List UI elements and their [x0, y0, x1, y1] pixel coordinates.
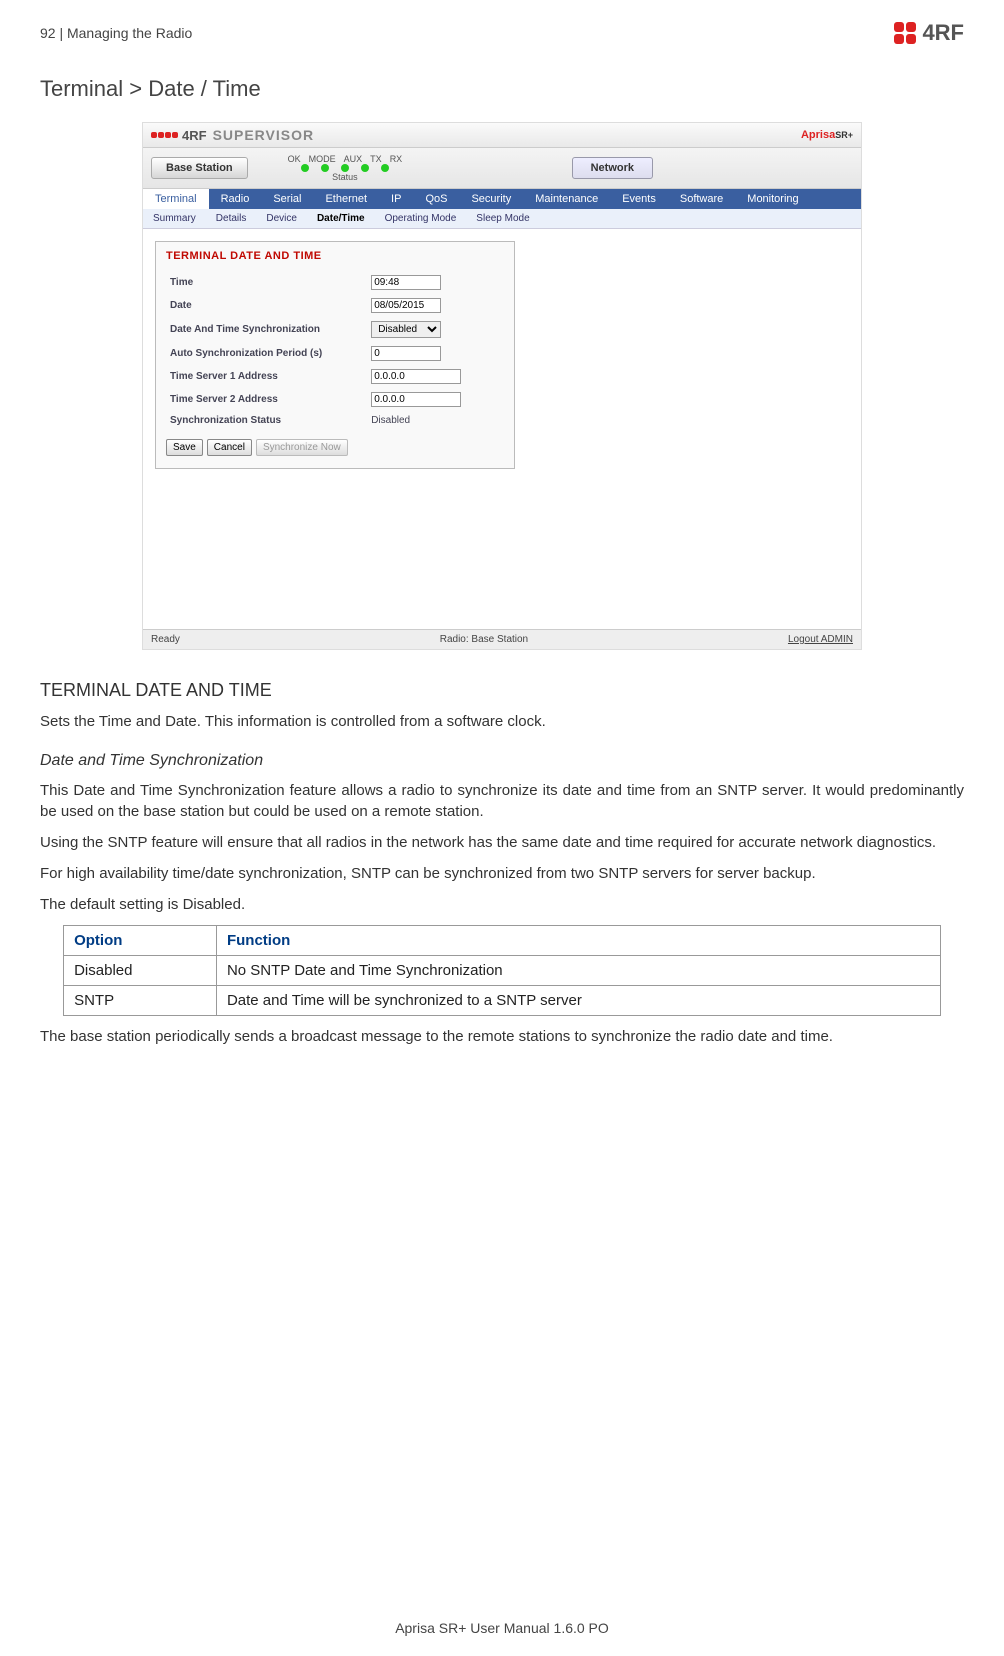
paragraph: For high availability time/date synchron…: [40, 863, 964, 884]
field-row: Synchronization StatusDisabled: [168, 412, 502, 429]
datetime-panel: TERMINAL DATE AND TIME Time Date Date An…: [155, 241, 515, 469]
section-title: Terminal > Date / Time: [40, 76, 964, 102]
field-row: Time: [168, 272, 502, 293]
led-icon: [361, 164, 369, 172]
led-label: MODE: [309, 154, 336, 164]
nav-maintenance[interactable]: Maintenance: [523, 189, 610, 209]
nav-monitoring[interactable]: Monitoring: [735, 189, 810, 209]
server2-input[interactable]: [371, 392, 461, 407]
logo-text: 4RF: [922, 20, 964, 46]
nav-qos[interactable]: QoS: [413, 189, 459, 209]
subsection-italic: Date and Time Synchronization: [40, 752, 964, 770]
app-titlebar: 4RF SUPERVISOR AprisaSR+: [143, 123, 861, 148]
field-label: Time Server 1 Address: [168, 366, 367, 387]
page-info: 92 | Managing the Radio: [40, 25, 192, 41]
nav-events[interactable]: Events: [610, 189, 668, 209]
led-label: OK: [288, 154, 301, 164]
paragraph: This Date and Time Synchronization featu…: [40, 780, 964, 822]
subnav-device[interactable]: Device: [256, 209, 307, 228]
app-screenshot: 4RF SUPERVISOR AprisaSR+ Base Station OK…: [142, 122, 862, 650]
nav-software[interactable]: Software: [668, 189, 735, 209]
sync-select[interactable]: Disabled: [371, 321, 441, 338]
subnav-datetime[interactable]: Date/Time: [307, 209, 375, 228]
field-row: Date And Time SynchronizationDisabled: [168, 318, 502, 341]
led-icon: [381, 164, 389, 172]
table-cell: Date and Time will be synchronized to a …: [216, 986, 940, 1016]
sync-status-value: Disabled: [369, 412, 502, 429]
subsection-heading: TERMINAL DATE AND TIME: [40, 680, 964, 701]
brand-logo: 4RF: [894, 20, 964, 46]
page-header: 92 | Managing the Radio 4RF: [40, 20, 964, 46]
subnav-opmode[interactable]: Operating Mode: [375, 209, 467, 228]
subnav-summary[interactable]: Summary: [143, 209, 206, 228]
aprisa-logo: AprisaSR+: [801, 129, 853, 141]
led-icon: [321, 164, 329, 172]
page-footer: Aprisa SR+ User Manual 1.6.0 PO: [0, 1620, 1004, 1636]
options-table: Option Function Disabled No SNTP Date an…: [63, 925, 941, 1016]
subnav-details[interactable]: Details: [206, 209, 257, 228]
base-station-button[interactable]: Base Station: [151, 157, 248, 179]
nav-serial[interactable]: Serial: [261, 189, 313, 209]
led-icon: [301, 164, 309, 172]
period-input[interactable]: [371, 346, 441, 361]
logo-dots-icon: [894, 22, 916, 44]
app-footer: Ready Radio: Base Station Logout ADMIN: [143, 629, 861, 649]
table-cell: SNTP: [64, 986, 217, 1016]
paragraph: Sets the Time and Date. This information…: [40, 711, 964, 732]
led-icon: [341, 164, 349, 172]
led-label: TX: [370, 154, 382, 164]
field-label: Time Server 2 Address: [168, 389, 367, 410]
footer-radio: Radio: Base Station: [440, 634, 528, 645]
table-cell: No SNTP Date and Time Synchronization: [216, 956, 940, 986]
server1-input[interactable]: [371, 369, 461, 384]
table-header: Function: [216, 926, 940, 956]
field-label: Date: [168, 295, 367, 316]
field-row: Time Server 1 Address: [168, 366, 502, 387]
field-row: Date: [168, 295, 502, 316]
nav-terminal[interactable]: Terminal: [143, 189, 209, 209]
field-label: Auto Synchronization Period (s): [168, 343, 367, 364]
field-row: Auto Synchronization Period (s): [168, 343, 502, 364]
status-text: Status: [332, 172, 358, 182]
table-cell: Disabled: [64, 956, 217, 986]
led-label: AUX: [344, 154, 363, 164]
status-row: Base Station OK MODE AUX TX RX Status Ne…: [143, 148, 861, 189]
panel-area: TERMINAL DATE AND TIME Time Date Date An…: [143, 229, 861, 629]
table-header: Option: [64, 926, 217, 956]
table-row: SNTP Date and Time will be synchronized …: [64, 986, 941, 1016]
nav-radio[interactable]: Radio: [209, 189, 262, 209]
time-input[interactable]: [371, 275, 441, 290]
table-row: Disabled No SNTP Date and Time Synchroni…: [64, 956, 941, 986]
paragraph: The default setting is Disabled.: [40, 894, 964, 915]
mini-logo-icon: [151, 132, 178, 138]
field-row: Time Server 2 Address: [168, 389, 502, 410]
subnav-sleepmode[interactable]: Sleep Mode: [466, 209, 539, 228]
supervisor-label: SUPERVISOR: [213, 127, 315, 143]
footer-ready: Ready: [151, 634, 180, 645]
panel-title: TERMINAL DATE AND TIME: [166, 250, 504, 262]
field-label: Time: [168, 272, 367, 293]
nav-security[interactable]: Security: [459, 189, 523, 209]
led-panel: OK MODE AUX TX RX Status: [288, 154, 403, 182]
field-label: Date And Time Synchronization: [168, 318, 367, 341]
save-button[interactable]: Save: [166, 439, 203, 456]
nav-ip[interactable]: IP: [379, 189, 413, 209]
sub-nav: Summary Details Device Date/Time Operati…: [143, 209, 861, 229]
nav-ethernet[interactable]: Ethernet: [313, 189, 379, 209]
network-button[interactable]: Network: [572, 157, 653, 179]
paragraph: Using the SNTP feature will ensure that …: [40, 832, 964, 853]
cancel-button[interactable]: Cancel: [207, 439, 252, 456]
main-nav: Terminal Radio Serial Ethernet IP QoS Se…: [143, 189, 861, 209]
syncnow-button[interactable]: Synchronize Now: [256, 439, 348, 456]
date-input[interactable]: [371, 298, 441, 313]
paragraph: The base station periodically sends a br…: [40, 1026, 964, 1047]
field-label: Synchronization Status: [168, 412, 367, 429]
led-label: RX: [390, 154, 403, 164]
logout-link[interactable]: Logout ADMIN: [788, 634, 853, 645]
